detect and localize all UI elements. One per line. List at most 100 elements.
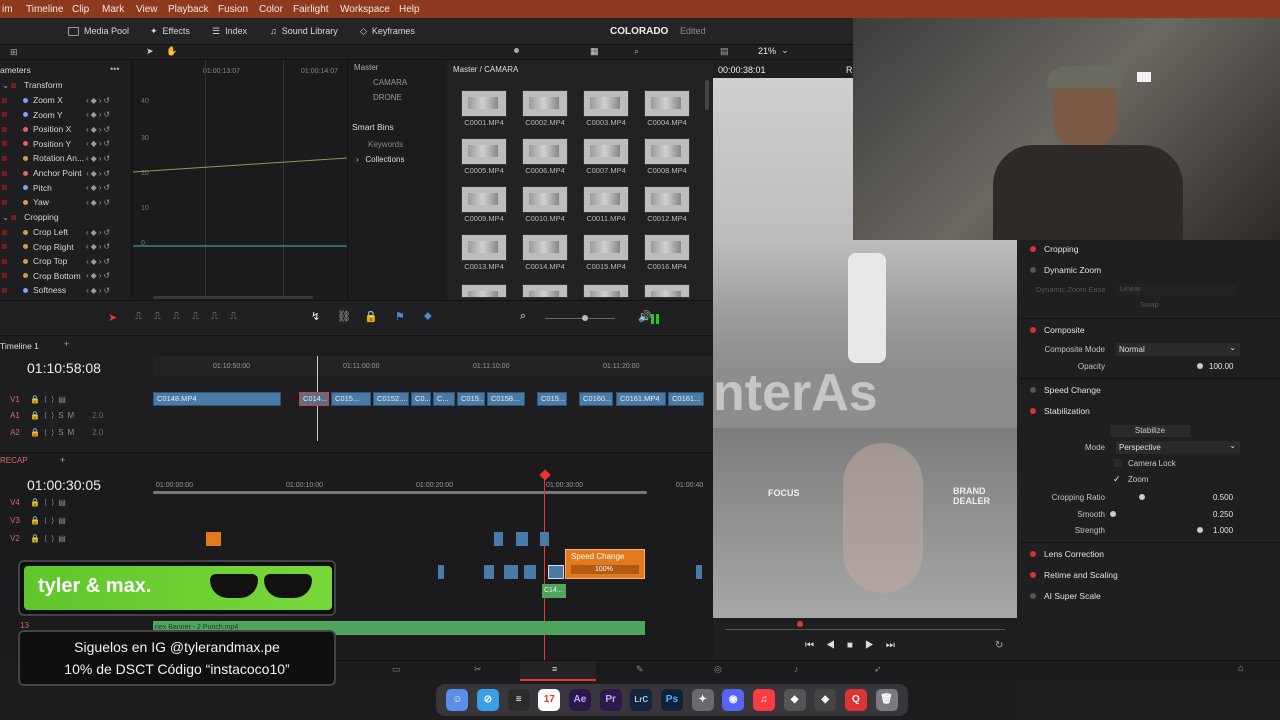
timeline-2-name[interactable]: RECAP [0,456,28,465]
smooth-slider[interactable] [1110,511,1116,517]
enable-dot[interactable] [1030,246,1036,252]
stabilize-button[interactable]: Stabilize [1110,425,1190,437]
snap-icon[interactable]: ↯ [311,310,320,323]
param-row[interactable]: Crop Right ‹◆›↺ [0,240,110,254]
timeline-clip[interactable]: C0160... [579,392,613,406]
quicktime-icon[interactable]: Q [844,689,867,711]
resolve-icon[interactable]: ◈ [814,689,837,711]
clip-thumbnail[interactable] [522,186,568,213]
keyframe-curve-editor[interactable]: 01:00:13:07 01:00:14:07 40 30 20 10 0 [132,60,347,299]
param-row[interactable]: Zoom X ‹◆›↺ [0,93,110,107]
strength-slider[interactable] [1197,527,1203,533]
timeline-clip[interactable]: C0148.MP4 [153,392,281,406]
inspector-dynamic-zoom[interactable]: Dynamic Zoom [1030,265,1101,275]
clip-segment[interactable] [540,532,549,546]
keyframes-button[interactable]: ◇ Keyframes [360,26,415,37]
more-icon[interactable]: ••• [110,64,119,74]
menu-item-help[interactable]: Help [399,4,420,15]
edit-page-tab[interactable]: ≡ [520,661,596,681]
mode-select[interactable]: Perspective ⌄ [1116,441,1240,454]
smart-bin-collections[interactable]: › Collections [356,155,404,164]
timeline-clip[interactable]: C0152.... [373,392,409,406]
param-row[interactable]: Crop Left ‹◆›↺ [0,225,110,239]
clip-thumbnail[interactable] [644,284,690,298]
keyframe-controls[interactable]: ‹◆›↺ [86,96,112,105]
clip-thumbnail[interactable] [644,186,690,213]
keyframe-controls[interactable]: ‹◆›↺ [86,110,112,119]
lightroom-icon[interactable]: LrC [630,689,653,711]
keyframe-controls[interactable]: ‹◆›↺ [86,125,112,134]
marker-icon[interactable]: ⬥ [424,310,432,323]
track-controls[interactable]: 🔒⟨⟩▤ [30,498,70,507]
enable-dot[interactable] [1030,593,1036,599]
keyframe-controls[interactable]: ‹◆›↺ [86,242,112,251]
param-row[interactable]: Yaw ‹◆›↺ [0,195,110,209]
keyframe-controls[interactable]: ‹◆›↺ [86,183,112,192]
clip-thumbnail[interactable] [644,138,690,165]
viewer-layout-icon[interactable]: ▤ [720,46,729,57]
index-button[interactable]: ☰ Index [212,26,247,37]
inspector-cropping[interactable]: Cropping [1030,244,1079,254]
inspector-speed-change[interactable]: Speed Change [1030,385,1101,395]
param-row[interactable]: Crop Top ‹◆›↺ [0,254,110,268]
clip-segment[interactable] [438,565,444,579]
clip-thumbnail[interactable] [461,186,507,213]
media-scrollbar[interactable] [705,80,709,110]
param-row[interactable]: Position X ‹◆›↺ [0,122,110,136]
timeline-1-ruler[interactable]: 01:10:50:00 01:11:00:00 01:11:10:00 01:1… [153,356,713,376]
camera-lock-checkbox[interactable] [1114,459,1122,467]
music-icon[interactable]: ♫ [752,689,775,711]
home-icon[interactable]: ⌂ [1238,663,1243,673]
keyframe-controls[interactable]: ‹◆›↺ [86,154,112,163]
timeline-clip[interactable]: C015... [331,392,371,406]
fairlight-page-icon[interactable]: ♪ [794,664,799,674]
cropping-ratio-slider[interactable] [1139,494,1145,500]
zoom-level[interactable]: 21% [758,46,776,56]
timeline-clip[interactable]: C0158... [487,392,525,406]
zoom-slider-thumb[interactable] [582,315,588,321]
curve-scrollbar[interactable] [153,296,313,299]
menu-item-workspace[interactable]: Workspace [340,4,390,15]
hand-tool-icon[interactable]: ✋ [166,46,177,57]
track-controls[interactable]: 🔒⟨⟩▤ [30,516,70,525]
clip-segment[interactable] [696,565,702,579]
add-tab-icon[interactable]: + [60,455,65,465]
clip-thumbnail[interactable] [583,284,629,298]
enable-dot[interactable] [1030,267,1036,273]
notes-icon[interactable]: ≡ [507,689,530,711]
enable-dot[interactable] [1030,408,1036,414]
bin-drone[interactable]: DRONE [373,93,402,102]
color-page-icon[interactable]: ◎ [714,664,722,675]
enable-dot[interactable] [1030,387,1036,393]
green-clip[interactable]: C14... [542,584,566,598]
track-controls[interactable]: 🔒⟨⟩▤ [30,534,70,543]
orange-clip[interactable] [206,532,221,546]
param-row[interactable]: Pitch ‹◆›↺ [0,181,110,195]
timeline-clip[interactable]: C0161.MP4 [616,392,666,406]
enable-dot[interactable] [1030,327,1036,333]
timeline-clip[interactable]: C015... [537,392,567,406]
clip-thumbnail[interactable] [583,234,629,261]
clip-thumbnail[interactable] [522,284,568,298]
timeline-2-ruler[interactable]: 01:00:00:00 01:00:10:00 01:00:20:00 01:0… [153,475,713,494]
keyframe-controls[interactable]: ‹◆›↺ [86,198,112,207]
clip-thumbnail[interactable] [644,90,690,117]
track-controls[interactable]: 🔒⟨⟩SM [30,428,78,437]
deliver-page-icon[interactable]: ➶ [874,664,882,675]
smart-bin-keywords[interactable]: Keywords [368,140,403,149]
inspector-ai-super-scale[interactable]: AI Super Scale [1030,591,1101,601]
layout-icon[interactable]: ⊞ [10,47,18,58]
param-row[interactable]: Position Y ‹◆›↺ [0,137,110,151]
enable-dot[interactable] [1030,572,1036,578]
effects-button[interactable]: ✦ Effects [150,26,190,37]
timeline-clip[interactable]: C0161... [668,392,704,406]
clip-thumbnail[interactable] [461,138,507,165]
param-row[interactable]: Crop Bottom ‹◆›↺ [0,269,110,283]
timeline-1-name[interactable]: Timeline 1 [0,341,39,351]
dz-ease-select[interactable]: Linear [1118,284,1236,295]
clip-thumbnail[interactable] [461,284,507,298]
menu-item-clip[interactable]: Clip [72,4,89,15]
cropping-ratio-value[interactable]: 0.500 [1213,493,1233,502]
menu-item-fusion[interactable]: Fusion [218,4,248,15]
menu-item-fairlight[interactable]: Fairlight [293,4,329,15]
